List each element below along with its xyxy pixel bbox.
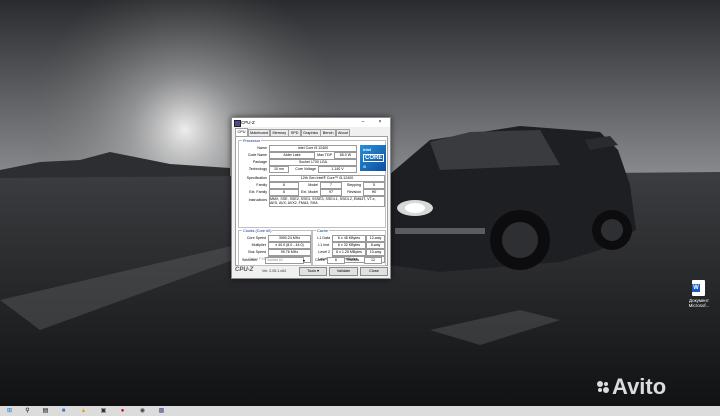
task-view-icon[interactable]: ▤: [42, 408, 49, 415]
level2-way: 10-way: [366, 249, 385, 256]
chevron-down-icon[interactable]: ▾: [303, 258, 305, 263]
corevoltage-value: 1.140 V: [318, 166, 357, 173]
cpuz-taskbar-icon[interactable]: ▩: [158, 408, 165, 415]
stepping-value: 5: [363, 182, 385, 189]
stepping-label: Stepping: [346, 183, 361, 187]
family-value: 6: [269, 182, 299, 189]
threads-value: 12: [364, 257, 382, 264]
cache-legend: Cache: [316, 228, 329, 233]
multiplier-value: x 40.0 (8.0 - 44.0): [268, 242, 311, 249]
window-title: CPU-Z: [241, 120, 255, 125]
avito-logo-icon: [597, 381, 609, 393]
name-label: Name: [257, 146, 267, 150]
intel-core-i5-logo: intel CORE i5: [360, 145, 386, 171]
extfamily-value: 6: [269, 189, 299, 196]
processor-group: Processor Name Intel Core i5 12400 Code …: [238, 138, 386, 228]
desktop-icon-label: Документ Microsof...: [688, 298, 710, 308]
tab-graphics[interactable]: Graphics: [300, 129, 321, 136]
cpuz-window: CPU-Z – × CPU Mainboard Memory SPD Graph…: [231, 117, 391, 279]
tab-bench[interactable]: Bench: [320, 129, 336, 136]
desktop-icon-word-document[interactable]: W Документ Microsof...: [684, 280, 714, 316]
steam-icon[interactable]: ◉: [139, 408, 146, 415]
cores-value: 6: [327, 257, 345, 264]
maxtdp-value: 65.0 W: [334, 152, 357, 159]
cpuz-brand: CPU-Z: [235, 267, 254, 273]
model-value: 7: [320, 182, 342, 189]
extfamily-label: Ext. Family: [249, 190, 267, 194]
tools-label: Tools: [307, 269, 316, 273]
package-label: Package: [253, 160, 267, 164]
avito-watermark: Avito: [597, 374, 667, 400]
tab-about[interactable]: About: [335, 129, 351, 136]
level2-label: Level 2: [318, 250, 330, 254]
validate-button[interactable]: Validate: [329, 267, 358, 276]
specification-label: Specification: [246, 176, 267, 180]
tools-button[interactable]: Tools ▾: [299, 267, 327, 276]
technology-label: Technology: [248, 167, 267, 171]
package-value: Socket 1700 LGA: [269, 159, 357, 166]
l1inst-way: 8-way: [366, 242, 385, 249]
processor-legend: Processor: [242, 138, 262, 143]
word-w-icon: W: [692, 284, 700, 292]
avito-text: Avito: [612, 374, 667, 399]
file-explorer-icon[interactable]: ▲: [80, 408, 87, 415]
level2-value: 6 x 1.25 MBytes: [332, 249, 366, 256]
maxtdp-label: Max TDP: [317, 153, 332, 157]
word-document-icon: W: [692, 280, 705, 296]
l1data-way: 12-way: [366, 235, 385, 242]
tab-memory[interactable]: Memory: [269, 129, 289, 136]
start-button[interactable]: ⊞: [6, 408, 13, 415]
bottom-bar: CPU-Z Ver. 2.05.1.x64 Tools ▾ Validate C…: [235, 266, 388, 276]
selection-label: Selection: [242, 258, 257, 262]
store-icon[interactable]: ▣: [100, 408, 107, 415]
minimize-button[interactable]: –: [358, 119, 368, 126]
tab-bar: CPU Mainboard Memory SPD Graphics Bench …: [235, 128, 351, 136]
extmodel-label: Ext. Model: [301, 190, 318, 194]
l1data-value: 6 x 48 KBytes: [332, 235, 366, 242]
name-value: Intel Core i5 12400: [269, 145, 357, 152]
cpuz-app-icon: [234, 120, 241, 127]
busspeed-value: 99.76 MHz: [268, 249, 311, 256]
corespeed-value: 3990.24 MHz: [268, 235, 311, 242]
model-label: Model: [308, 183, 318, 187]
l1data-label: L1 Data: [317, 236, 330, 240]
title-bar[interactable]: CPU-Z – ×: [232, 118, 390, 127]
widgets-icon[interactable]: ■: [60, 408, 67, 415]
extmodel-value: 97: [320, 189, 342, 196]
instructions-line2: AES, AVX, AVX2, FMA3, SHA: [269, 201, 385, 207]
cpu-panel: Processor Name Intel Core i5 12400 Code …: [235, 136, 388, 266]
taskbar: ⊞ ⚲ ▤ ■ ▲ ▣ ● ◉ ▩: [0, 406, 720, 416]
family-label: Family: [256, 183, 267, 187]
multiplier-label: Multiplier: [251, 243, 266, 247]
version-text: Ver. 2.05.1.x64: [262, 269, 286, 273]
revision-value: H0: [363, 189, 385, 196]
threads-label: Threads: [346, 258, 360, 262]
specification-value: 12th Gen Intel® Core™ i5-12400: [269, 175, 385, 182]
chevron-down-icon: ▾: [317, 269, 319, 273]
l1inst-value: 6 x 32 KBytes: [332, 242, 366, 249]
tab-spd[interactable]: SPD: [288, 129, 302, 136]
revision-label: Revision: [347, 190, 361, 194]
busspeed-label: Bus Speed: [248, 250, 266, 254]
tab-mainboard[interactable]: Mainboard: [247, 129, 271, 136]
clocks-legend: Clocks (Core #0): [242, 228, 273, 233]
corespeed-label: Core Speed: [246, 236, 266, 240]
technology-value: 10 nm: [269, 166, 289, 173]
cores-label: Cores: [315, 258, 325, 262]
l1inst-label: L1 Inst.: [318, 243, 330, 247]
close-button[interactable]: Close: [360, 267, 388, 276]
codename-value: Alder Lake: [269, 152, 315, 159]
corevoltage-label: Core Voltage: [295, 167, 316, 171]
tab-cpu[interactable]: CPU: [235, 128, 249, 136]
codename-label: Code Name: [247, 153, 267, 157]
close-window-button[interactable]: ×: [375, 119, 385, 126]
instructions-label: Instructions: [248, 198, 267, 202]
selection-dropdown[interactable]: Socket #1: [265, 257, 304, 264]
search-icon[interactable]: ⚲: [24, 408, 31, 415]
yandex-browser-icon[interactable]: ●: [119, 408, 126, 415]
